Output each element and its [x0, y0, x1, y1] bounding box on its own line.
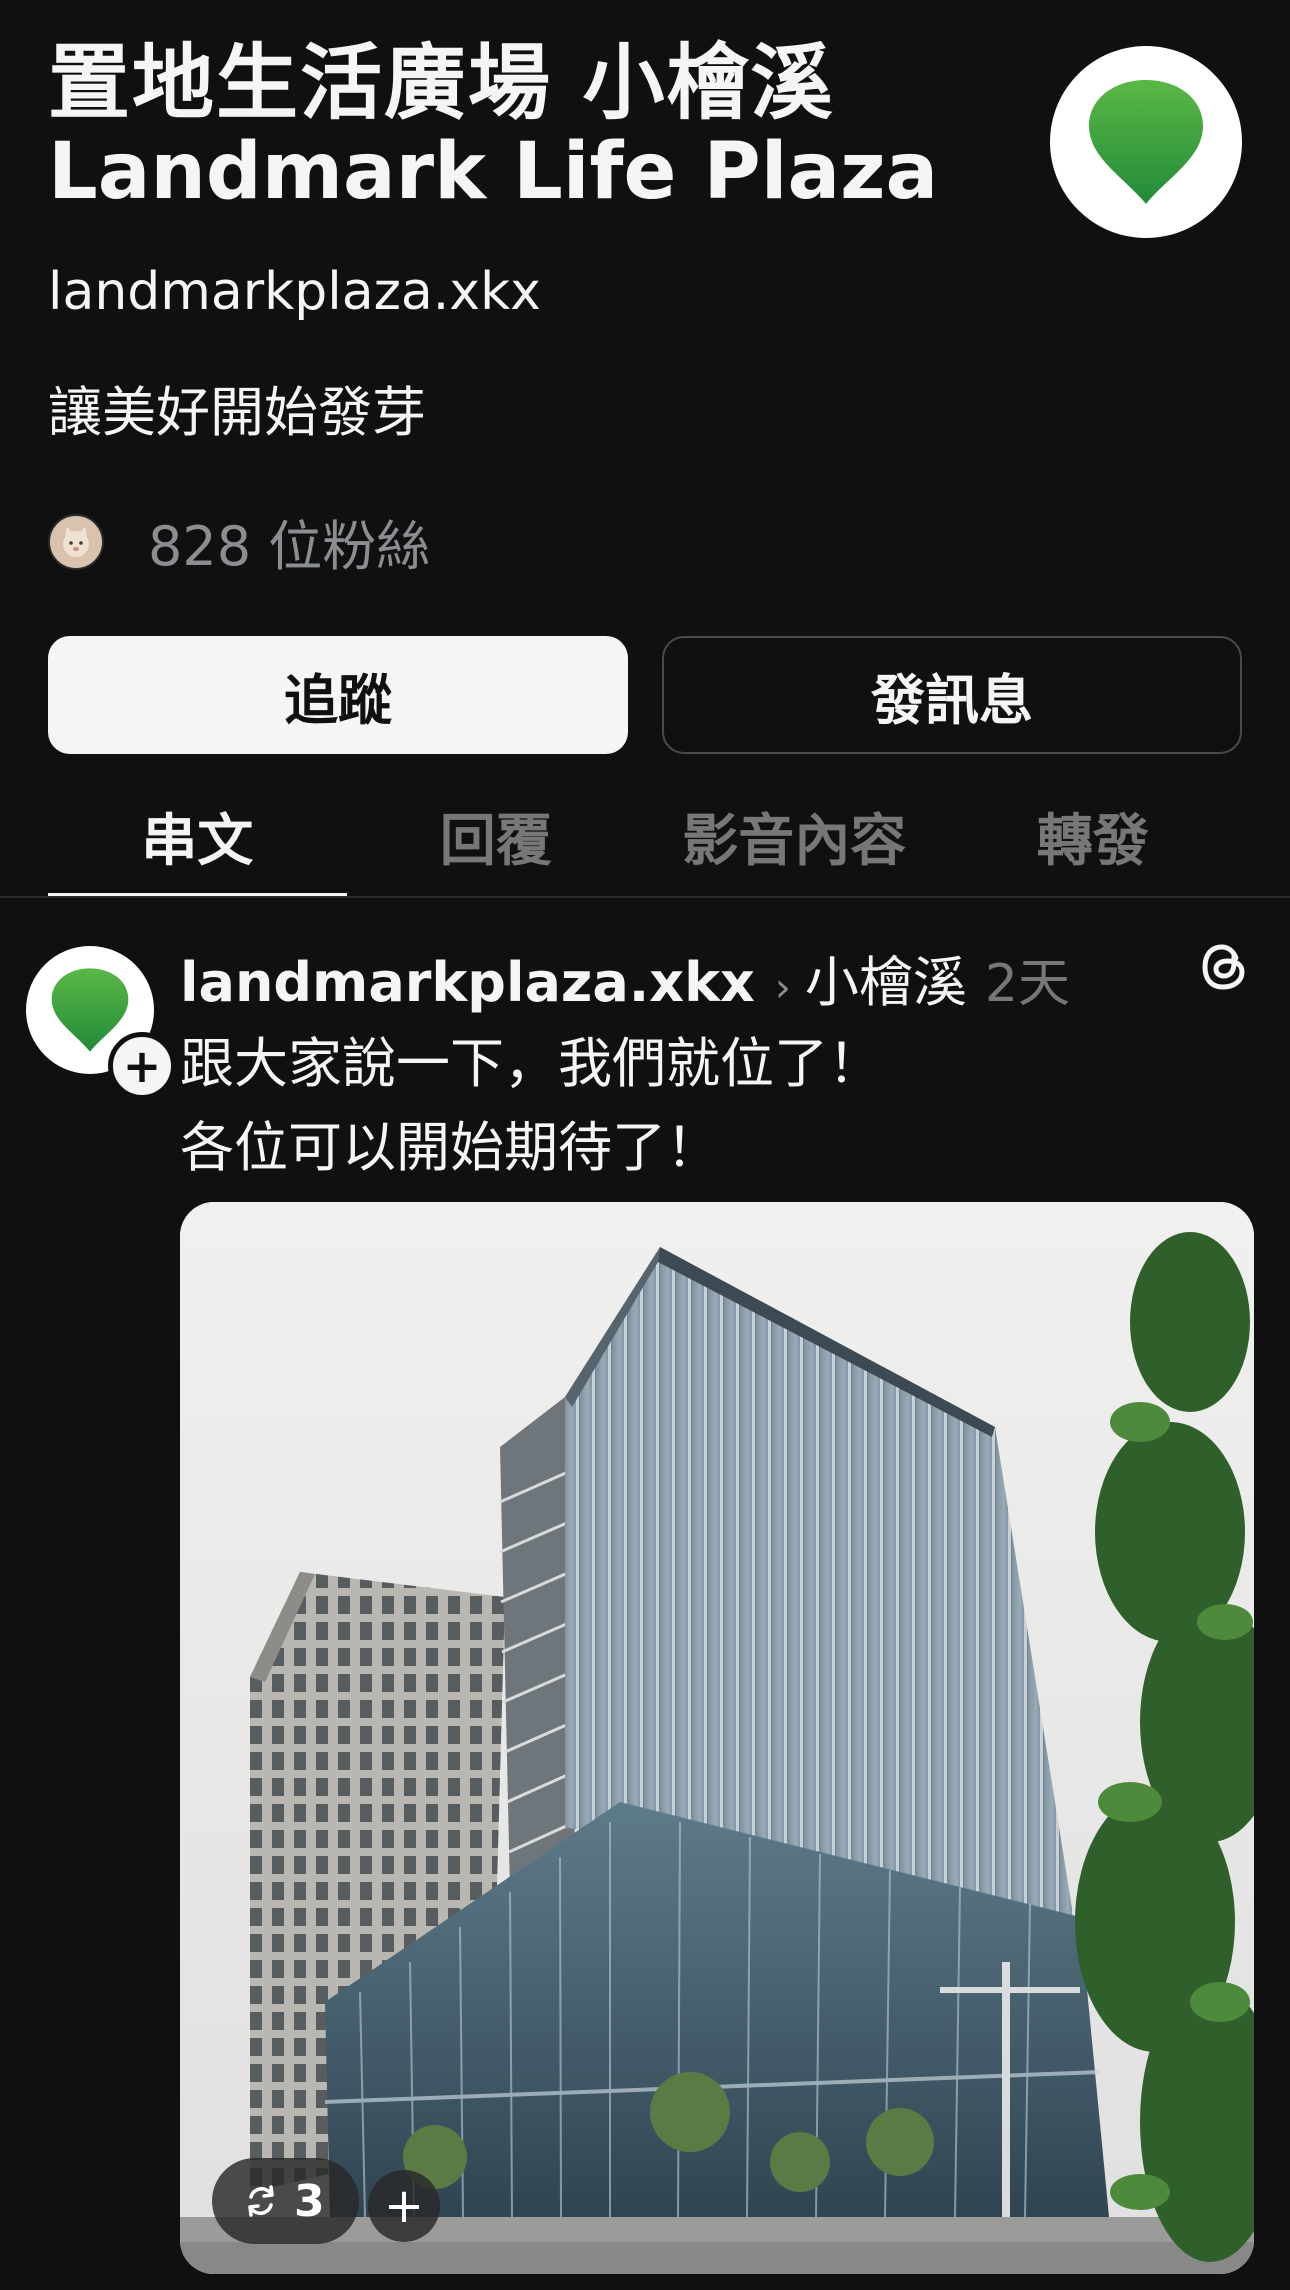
tab-threads[interactable]: 串文 — [48, 800, 347, 896]
tab-media[interactable]: 影音內容 — [645, 800, 944, 896]
followers-count: 828 位粉絲 — [148, 515, 431, 578]
post-text-line-2: 各位可以開始期待了！ — [180, 1116, 720, 1179]
message-button[interactable]: 發訊息 — [662, 636, 1242, 754]
repost-icon — [248, 2185, 274, 2217]
repost-count-pill[interactable]: 3 — [212, 2158, 359, 2244]
follower-avatar — [48, 513, 104, 570]
profile-name-en: Landmark Life Plaza — [48, 127, 939, 217]
chevron-right-icon: › — [774, 965, 791, 1011]
post-header: landmarkplaza.xkx › 小檜溪 2天 — [180, 938, 1070, 1017]
post-text-line-1: 跟大家說一下，我們就位了！ — [180, 1032, 882, 1095]
post-topic[interactable]: 小檜溪 — [805, 938, 967, 1017]
green-pin-logo-icon — [1089, 80, 1203, 204]
tab-replies[interactable]: 回覆 — [347, 800, 646, 896]
add-button[interactable]: + — [368, 2170, 440, 2242]
tab-reposts[interactable]: 轉發 — [944, 800, 1243, 896]
threads-logo-icon[interactable] — [1198, 940, 1252, 994]
follow-button[interactable]: 追蹤 — [48, 636, 628, 754]
repost-count: 3 — [294, 2175, 325, 2227]
post-username[interactable]: landmarkplaza.xkx — [180, 951, 755, 1014]
profile-bio: 讓美好開始發芽 — [48, 381, 426, 444]
profile-name: 置地生活廣場 小檜溪 Landmark Life Plaza — [48, 36, 1008, 220]
followers-row[interactable]: 828 位粉絲 — [48, 502, 430, 581]
post-text: 跟大家說一下，我們就位了！ 各位可以開始期待了！ — [180, 1022, 882, 1190]
post-time: 2天 — [984, 954, 1070, 1014]
post-image[interactable] — [180, 1202, 1254, 2274]
building-photo — [180, 1202, 1254, 2274]
tabs-divider — [0, 896, 1290, 898]
profile-tabs: 串文 回覆 影音內容 轉發 — [48, 800, 1242, 896]
cat-face-icon — [63, 526, 89, 557]
profile-avatar[interactable] — [1050, 46, 1242, 238]
follow-plus-button[interactable]: + — [108, 1032, 176, 1100]
profile-handle[interactable]: landmarkplaza.xkx — [48, 262, 541, 322]
profile-name-zh: 置地生活廣場 小檜溪 — [48, 36, 835, 131]
